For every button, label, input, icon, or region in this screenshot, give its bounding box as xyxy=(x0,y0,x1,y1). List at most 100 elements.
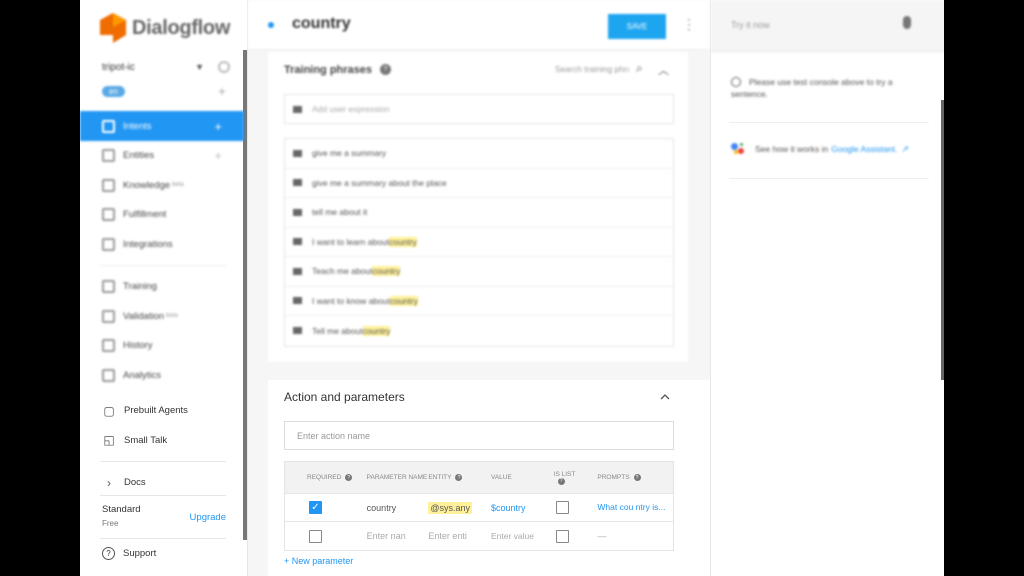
integrations-icon xyxy=(102,237,115,251)
annotated-parameter[interactable]: country xyxy=(362,325,391,336)
quote-icon xyxy=(293,267,302,275)
dialogflow-logo-icon xyxy=(100,13,126,43)
help-icon[interactable]: ? xyxy=(380,64,391,75)
quote-icon xyxy=(293,327,302,335)
plan-info: Standard Free Upgrade xyxy=(102,504,226,532)
sidebar-item-intents[interactable]: Intents + xyxy=(80,111,244,141)
help-icon[interactable]: ? xyxy=(633,474,641,482)
language-row: en + xyxy=(102,83,226,99)
phrase-text: give me a summary about the place xyxy=(312,177,447,188)
parameter-name-input[interactable]: Enter nan xyxy=(367,531,429,541)
quote-icon xyxy=(293,105,302,113)
search-icon[interactable]: ⌕ xyxy=(636,61,643,76)
sidebar-item-fulfillment[interactable]: Fulfillment xyxy=(80,200,244,230)
microphone-icon[interactable] xyxy=(903,16,911,29)
sidebar-item-analytics[interactable]: Analytics xyxy=(80,361,244,391)
training-phrase-list: give me a summary give me a summary abou… xyxy=(284,138,674,347)
chevron-up-icon[interactable]: ︿ xyxy=(658,62,669,78)
external-link-icon[interactable]: ↗ xyxy=(901,144,909,155)
divider xyxy=(729,122,929,123)
language-pill[interactable]: en xyxy=(102,85,125,97)
divider xyxy=(100,461,226,462)
add-entity-icon[interactable]: + xyxy=(214,148,222,163)
list-item[interactable]: I want to learn about country xyxy=(285,228,673,257)
add-user-expression-input[interactable]: Add user expression xyxy=(284,94,674,124)
knowledge-icon xyxy=(102,178,115,192)
list-item[interactable]: tell me about it xyxy=(285,198,673,228)
sidebar-item-prebuilt-agents[interactable]: ▢ Prebuilt Agents xyxy=(80,396,244,426)
brand-name: Dialogflow xyxy=(132,16,231,39)
upgrade-link[interactable]: Upgrade xyxy=(190,512,226,523)
action-name-input[interactable]: Enter action name xyxy=(284,421,674,450)
intent-header: country SAVE ⋮ xyxy=(248,0,710,50)
parameters-table: REQUIRED? PARAMETER NAME ENTITY? VALUE I… xyxy=(284,461,674,551)
sidebar-item-history[interactable]: History xyxy=(80,331,244,361)
ga-text: See how it works in xyxy=(755,144,829,154)
phrase-text: Tell me about xyxy=(312,325,363,336)
list-item[interactable]: I want to know about country xyxy=(285,287,673,316)
agent-selector[interactable]: tripot-ic ▼ xyxy=(102,60,230,74)
sidebar: Dialogflow tripot-ic ▼ en + Intents + En… xyxy=(80,0,248,576)
column-header: IS LIST xyxy=(553,470,576,478)
sidebar-nav: Intents + Entities + Knowledge beta Fulfi… xyxy=(80,111,244,390)
required-checkbox[interactable]: ✓ xyxy=(309,501,322,514)
quote-icon xyxy=(293,238,302,246)
divider xyxy=(729,178,929,179)
sidebar-item-training[interactable]: Training xyxy=(80,272,244,302)
sidebar-item-integrations[interactable]: Integrations xyxy=(80,230,244,260)
logo[interactable]: Dialogflow xyxy=(100,12,230,44)
console-scrollbar[interactable] xyxy=(941,100,944,380)
training-search-input[interactable]: Search training phrases xyxy=(555,64,629,74)
try-it-input[interactable]: Try it now xyxy=(731,20,770,30)
intent-name-field[interactable]: country xyxy=(292,15,351,33)
chevron-right-icon: › xyxy=(107,475,111,490)
sidebar-item-small-talk[interactable]: ◱ Small Talk xyxy=(80,426,244,456)
prompts-link[interactable]: What cou ntry is... xyxy=(595,502,673,513)
list-item[interactable]: Tell me about country xyxy=(285,316,673,346)
help-icon[interactable]: ? xyxy=(455,474,463,482)
required-checkbox[interactable] xyxy=(309,529,322,543)
column-header: PARAMETER NAME xyxy=(366,474,428,481)
google-assistant-link[interactable]: Google Assistant. xyxy=(831,144,897,154)
add-intent-icon[interactable]: + xyxy=(214,119,222,134)
section-title: Training phrases xyxy=(284,64,373,76)
sidebar-item-docs[interactable]: › Docs xyxy=(80,468,244,498)
add-language-icon[interactable]: + xyxy=(218,83,226,99)
support-link[interactable]: ? Support xyxy=(102,547,156,560)
value-input[interactable]: Enter value xyxy=(491,531,554,542)
phrase-text: give me a summary xyxy=(312,148,387,159)
google-assistant-row: See how it works in Google Assistant. ↗ xyxy=(731,143,909,155)
annotated-parameter[interactable]: country xyxy=(372,266,401,277)
console-hint: Please use test console above to try a s… xyxy=(731,76,921,100)
gear-icon[interactable] xyxy=(218,61,230,73)
sidebar-item-entities[interactable]: Entities + xyxy=(80,141,244,171)
parameter-name-cell[interactable]: country xyxy=(367,503,429,513)
list-item[interactable]: give me a summary xyxy=(285,139,673,169)
is-list-checkbox[interactable] xyxy=(555,529,569,543)
divider xyxy=(100,538,226,539)
save-button[interactable]: SAVE xyxy=(608,14,666,39)
table-row: Enter nan Enter enti Enter value — xyxy=(285,522,673,550)
entity-cell[interactable]: @sys.any xyxy=(428,501,472,514)
list-item[interactable]: Teach me about country xyxy=(285,257,673,287)
placeholder: Enter action name xyxy=(297,430,371,441)
is-list-checkbox[interactable] xyxy=(555,501,569,514)
new-parameter-link[interactable]: + New parameter xyxy=(284,556,353,566)
value-cell[interactable]: $country xyxy=(491,503,554,513)
more-vert-icon[interactable]: ⋮ xyxy=(682,16,696,33)
annotated-parameter[interactable]: country xyxy=(389,295,418,306)
intent-editor: country SAVE ⋮ Training phrases ? Search… xyxy=(248,0,710,576)
help-icon[interactable]: ? xyxy=(345,474,353,481)
sidebar-item-validation[interactable]: Validation beta xyxy=(80,302,244,332)
sidebar-item-label: Analytics xyxy=(123,369,162,381)
sidebar-item-knowledge[interactable]: Knowledge beta xyxy=(80,171,244,201)
google-assistant-icon xyxy=(731,143,745,155)
entity-input[interactable]: Enter enti xyxy=(428,531,491,541)
validation-icon xyxy=(102,309,115,323)
clock-icon xyxy=(102,339,115,353)
list-item[interactable]: give me a summary about the place xyxy=(285,169,673,198)
chevron-up-icon[interactable] xyxy=(660,392,670,402)
annotated-parameter[interactable]: country xyxy=(389,236,417,247)
help-icon[interactable]: ? xyxy=(557,477,565,485)
sidebar-item-label: Docs xyxy=(124,477,146,489)
